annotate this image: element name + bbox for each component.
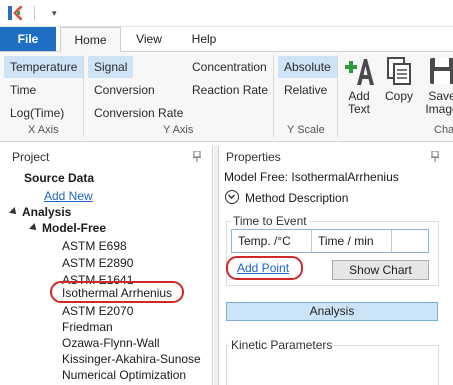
tree-method-item[interactable]: Ozawa-Flynn-Wall	[62, 336, 160, 350]
model-title: Model Free: IsothermalArrhenius	[224, 170, 399, 184]
y-axis-signal-button[interactable]: Signal	[88, 56, 134, 78]
ribbon-group-separator	[337, 55, 338, 137]
tree-method-item[interactable]: Friedman	[62, 320, 113, 334]
y-axis-concentration-button[interactable]: Concentration	[186, 56, 273, 78]
method-description-label[interactable]: Method Description	[245, 191, 348, 205]
copy-label: Copy	[384, 89, 413, 103]
y-scale-absolute-button[interactable]: Absolute	[278, 56, 337, 78]
save-image-button[interactable]: Save Image	[422, 55, 453, 116]
show-chart-button[interactable]: Show Chart	[332, 260, 429, 280]
x-axis-logtime-button[interactable]: Log(Time)	[4, 102, 70, 124]
quick-access-dropdown-icon[interactable]: ▾	[52, 8, 57, 18]
tab-file[interactable]: File	[0, 27, 56, 51]
tree-method-item[interactable]: Numerical Optimization	[62, 368, 186, 382]
ribbon: Temperature Time Log(Time) X Axis Signal…	[0, 51, 453, 142]
tree-source-data[interactable]: Source Data	[24, 171, 94, 185]
title-bar: ▾	[0, 0, 453, 27]
save-image-label-line2: Image	[425, 102, 453, 116]
tree-model-free-label: Model-Free	[42, 221, 107, 235]
tree-method-item[interactable]: ASTM E2890	[62, 256, 133, 270]
highlight-oval	[226, 256, 303, 280]
copy-button[interactable]: Copy	[381, 55, 417, 103]
y-scale-group-label: Y Scale	[287, 124, 325, 136]
tree-analysis[interactable]: Analysis	[9, 205, 72, 219]
highlight-oval	[50, 281, 184, 303]
ribbon-group-separator	[83, 55, 84, 137]
y-axis-group-label: Y Axis	[163, 124, 194, 136]
ribbon-group-separator	[273, 55, 274, 137]
expand-chevron-icon[interactable]	[225, 190, 239, 204]
grid-column-header[interactable]: Temp. /°C	[232, 230, 312, 252]
tab-view[interactable]: View	[126, 27, 172, 52]
tree-method-item[interactable]: Kissinger-Akahira-Sunose	[62, 352, 201, 366]
y-scale-relative-button[interactable]: Relative	[278, 79, 333, 101]
tree-model-free[interactable]: Model-Free	[29, 221, 107, 235]
pin-icon[interactable]	[431, 151, 439, 162]
save-image-icon	[430, 58, 453, 84]
y-axis-reaction-rate-button[interactable]: Reaction Rate	[186, 79, 274, 101]
properties-pane: Properties Model Free: IsothermalArrheni…	[220, 146, 453, 385]
tree-method-item[interactable]: ASTM E2070	[62, 304, 133, 318]
pin-icon[interactable]	[193, 151, 201, 162]
add-new-link[interactable]: Add New	[44, 189, 93, 203]
add-text-label-line2: Text	[347, 102, 370, 116]
quick-access-separator	[34, 6, 35, 20]
add-text-button[interactable]: Add Text	[341, 55, 377, 116]
y-axis-conversion-button[interactable]: Conversion	[88, 79, 161, 101]
expand-triangle-icon[interactable]	[29, 223, 39, 233]
x-axis-group-label: X Axis	[28, 124, 59, 136]
x-axis-time-button[interactable]: Time	[4, 79, 42, 101]
expand-triangle-icon[interactable]	[9, 207, 19, 217]
project-pane: Project Source Data Add New Analysis Mod…	[0, 146, 213, 385]
properties-pane-header: Properties	[226, 150, 281, 164]
y-axis-conversion-rate-button[interactable]: Conversion Rate	[88, 102, 189, 124]
app-logo-icon	[8, 6, 22, 20]
time-to-event-title: Time to Event	[231, 214, 309, 228]
grid-column-header[interactable]: Time / min	[312, 230, 392, 252]
kinetic-parameters-title: Kinetic Parameters	[229, 338, 335, 352]
tree-analysis-label: Analysis	[22, 205, 72, 219]
analysis-button[interactable]: Analysis	[226, 302, 438, 321]
project-pane-header: Project	[12, 150, 50, 164]
tab-home[interactable]: Home	[60, 27, 121, 52]
x-axis-temperature-button[interactable]: Temperature	[4, 56, 84, 78]
tab-help[interactable]: Help	[180, 27, 228, 52]
copy-icon	[387, 57, 411, 85]
tree-method-item[interactable]: ASTM E698	[62, 239, 127, 253]
pane-splitter[interactable]	[214, 146, 219, 385]
add-text-icon	[345, 59, 374, 85]
ribbon-tab-strip: File Home View Help	[0, 27, 453, 52]
chart-group-label: Cha	[434, 124, 453, 136]
time-to-event-grid: Temp. /°C Time / min	[231, 229, 429, 253]
